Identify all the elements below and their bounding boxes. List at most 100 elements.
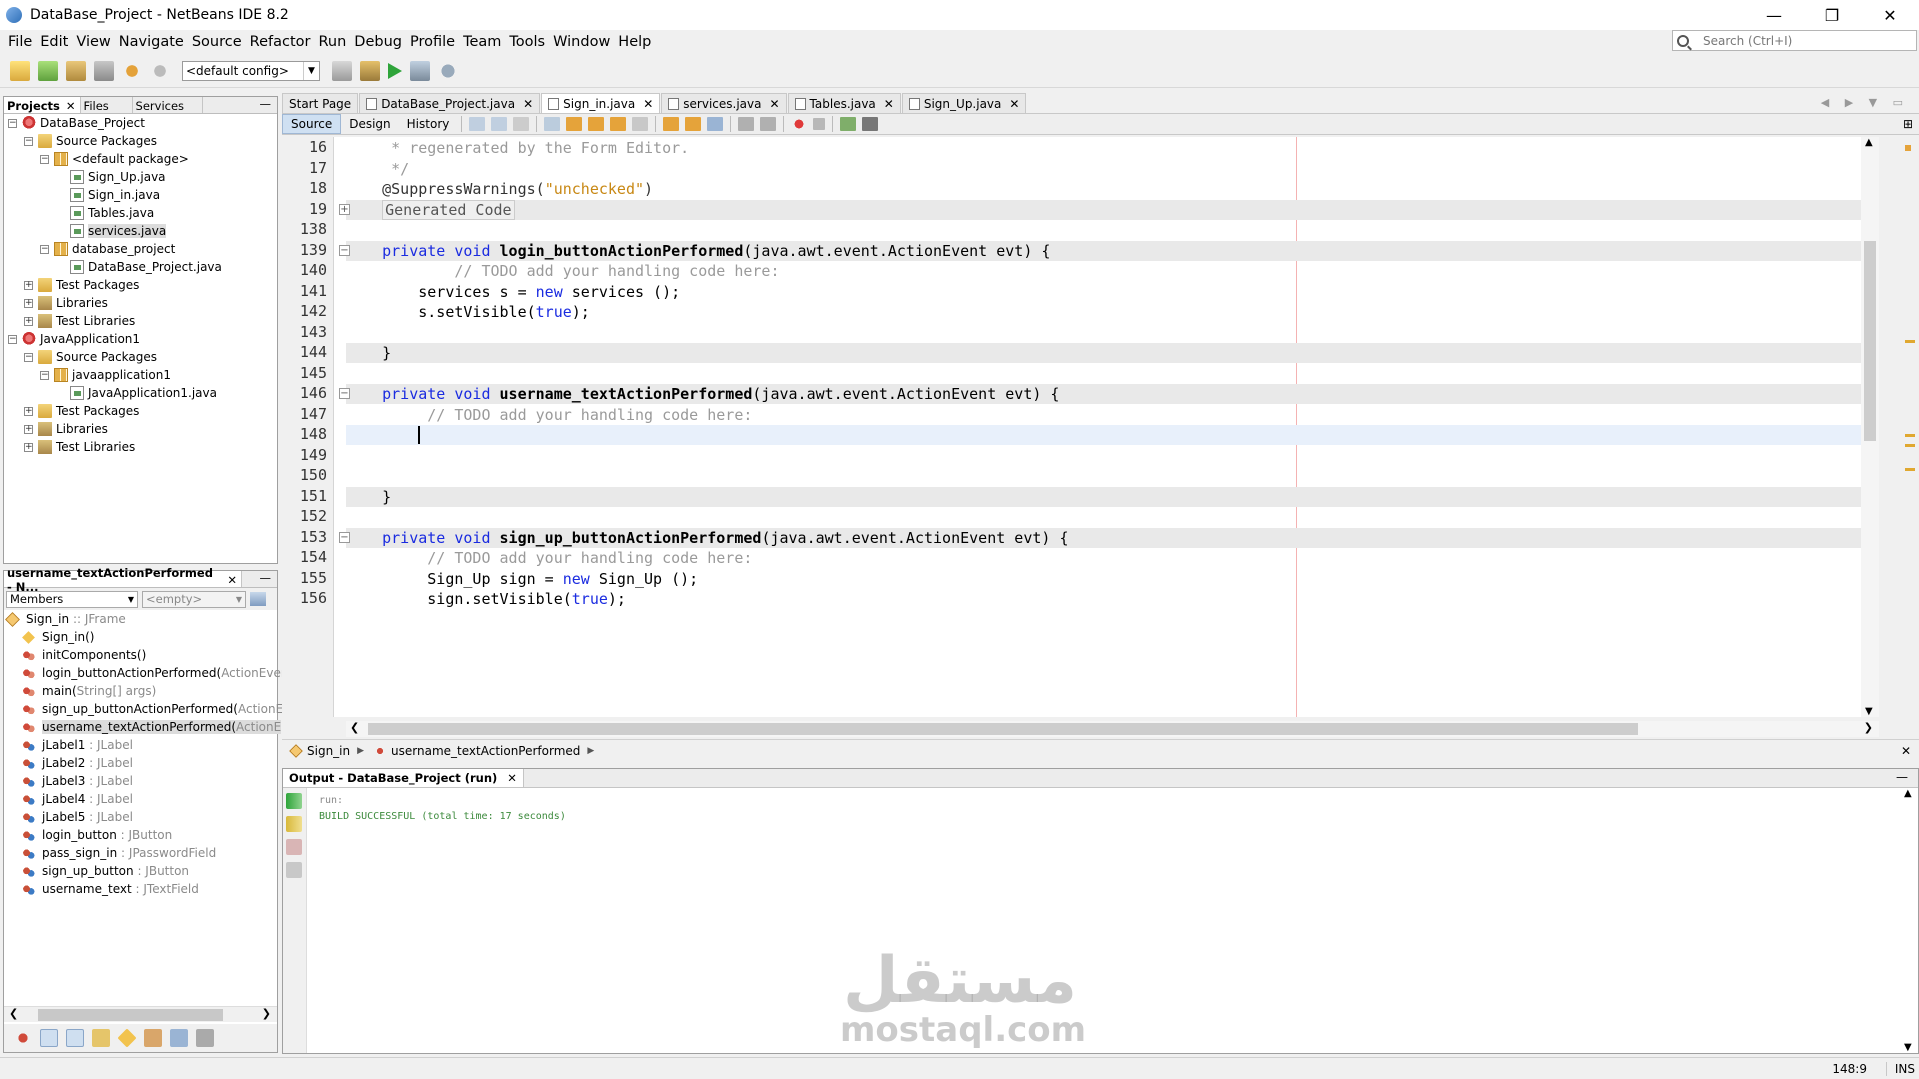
- member-item[interactable]: jLabel3 : JLabel: [4, 772, 277, 790]
- close-button[interactable]: ✕: [1861, 0, 1919, 30]
- find-icon[interactable]: [544, 117, 561, 131]
- expand-icon[interactable]: +: [24, 280, 33, 290]
- scroll-up-icon[interactable]: ▲: [1904, 788, 1912, 799]
- lock-icon[interactable]: [92, 1029, 110, 1047]
- code-line[interactable]: [346, 364, 1879, 384]
- close-icon[interactable]: ✕: [1901, 744, 1911, 758]
- menu-navigate[interactable]: Navigate: [115, 34, 188, 50]
- member-item[interactable]: jLabel4 : JLabel: [4, 790, 277, 808]
- stop-macro-icon[interactable]: [813, 118, 826, 130]
- output-vscroll[interactable]: ▲ ▼: [1900, 788, 1918, 1053]
- close-icon[interactable]: ✕: [1009, 97, 1019, 111]
- menu-profile[interactable]: Profile: [406, 34, 459, 50]
- uncomment-icon[interactable]: [862, 117, 879, 131]
- minimize-panel-icon[interactable]: —: [1896, 770, 1908, 784]
- scroll-thumb[interactable]: [1864, 241, 1876, 441]
- collapse-icon[interactable]: −: [24, 352, 33, 362]
- close-icon[interactable]: ✕: [643, 97, 653, 111]
- close-icon[interactable]: ✕: [227, 573, 237, 587]
- comment-icon[interactable]: [840, 117, 857, 131]
- menu-source[interactable]: Source: [188, 34, 246, 50]
- start-macro-icon[interactable]: [791, 117, 808, 131]
- editor-tab[interactable]: Sign_Up.java ✕: [901, 93, 1027, 113]
- sort-alpha-icon[interactable]: [170, 1029, 188, 1047]
- collapse-icon[interactable]: −: [24, 136, 33, 146]
- expand-icon[interactable]: +: [24, 298, 33, 308]
- new-file-icon[interactable]: [10, 60, 30, 81]
- debug-icon[interactable]: [410, 60, 430, 81]
- scroll-thumb[interactable]: [38, 1009, 223, 1021]
- tree-node[interactable]: + Test Packages: [4, 276, 277, 294]
- code-line[interactable]: // TODO add your handling code here:: [346, 261, 1879, 281]
- tree-node[interactable]: Sign_in.java: [4, 186, 277, 204]
- tab-navigator[interactable]: username_textActionPerformed - N... ✕: [4, 566, 242, 594]
- code-line[interactable]: [346, 323, 1879, 343]
- code-line[interactable]: private void username_textActionPerforme…: [346, 384, 1879, 404]
- editor-tab[interactable]: Sign_in.java ✕: [541, 93, 661, 113]
- collapse-icon[interactable]: −: [40, 154, 49, 164]
- close-icon[interactable]: ✕: [523, 97, 533, 111]
- editor-tab[interactable]: Tables.java ✕: [787, 93, 901, 113]
- close-icon[interactable]: ✕: [769, 97, 779, 111]
- code-line[interactable]: [346, 220, 1879, 240]
- find-previous-icon[interactable]: [566, 117, 583, 131]
- minimize-button[interactable]: —: [1745, 0, 1803, 30]
- breadcrumb-method[interactable]: username_textActionPerformed: [374, 744, 594, 758]
- show-inner-icon[interactable]: [117, 1028, 137, 1048]
- code-line[interactable]: private void login_buttonActionPerformed…: [346, 240, 1879, 261]
- show-inherited-icon[interactable]: [14, 1029, 32, 1047]
- collapse-fold-icon[interactable]: −: [339, 388, 350, 399]
- editor-hscroll[interactable]: ❮ ❯: [346, 721, 1879, 737]
- tree-node[interactable]: − <default package>: [4, 150, 277, 168]
- tree-node[interactable]: − javaapplication1: [4, 366, 277, 384]
- sort-order-icon[interactable]: [196, 1029, 214, 1047]
- warning-marker[interactable]: [1905, 340, 1915, 343]
- search-input[interactable]: Search (Ctrl+I): [1672, 30, 1917, 51]
- history-view-button[interactable]: History: [399, 115, 458, 133]
- tree-node[interactable]: DataBase_Project.java: [4, 258, 277, 276]
- member-item[interactable]: jLabel2 : JLabel: [4, 754, 277, 772]
- new-project-icon[interactable]: [38, 60, 58, 81]
- code-line[interactable]: Generated Code: [346, 199, 1879, 220]
- editor-tab[interactable]: services.java ✕: [661, 93, 787, 113]
- collapse-icon[interactable]: −: [40, 370, 49, 380]
- member-item[interactable]: jLabel1 : JLabel: [4, 736, 277, 754]
- minimize-panel-icon[interactable]: —: [260, 97, 272, 111]
- close-icon[interactable]: ✕: [66, 99, 76, 113]
- menu-tools[interactable]: Tools: [505, 34, 549, 50]
- navigator-hscroll[interactable]: ❮ ❯: [4, 1006, 277, 1022]
- member-item[interactable]: Sign_in :: JFrame: [4, 610, 277, 628]
- find-selection-icon[interactable]: [610, 117, 627, 131]
- run-icon[interactable]: [388, 62, 402, 79]
- code-line[interactable]: * regenerated by the Form Editor.: [346, 138, 1879, 158]
- warning-marker[interactable]: [1905, 145, 1911, 151]
- collapse-fold-icon[interactable]: −: [339, 244, 350, 256]
- tree-node[interactable]: Tables.java: [4, 204, 277, 222]
- scroll-down-icon[interactable]: ▼: [1904, 1042, 1912, 1053]
- rerun-with-params-icon[interactable]: [286, 816, 302, 832]
- scroll-up-icon[interactable]: ▲: [1865, 137, 1873, 148]
- collapse-icon[interactable]: −: [40, 244, 49, 254]
- prev-bookmark-icon[interactable]: [663, 117, 680, 131]
- toggle-bookmark-icon[interactable]: [707, 117, 724, 131]
- toggle-highlight-icon[interactable]: [632, 117, 649, 131]
- menu-debug[interactable]: Debug: [350, 34, 406, 50]
- warning-marker[interactable]: [1905, 468, 1915, 471]
- save-all-icon[interactable]: [94, 60, 114, 81]
- tab-scroll-controls[interactable]: ◀ ▶ ▼ ▭: [1821, 96, 1909, 109]
- warning-marker[interactable]: [1905, 434, 1915, 437]
- find-next-icon[interactable]: [588, 117, 605, 131]
- forward-icon[interactable]: [513, 117, 530, 131]
- shift-left-icon[interactable]: [738, 117, 755, 131]
- source-view-button[interactable]: Source: [282, 114, 342, 134]
- generated-code-fold[interactable]: Generated Code: [382, 199, 515, 220]
- stop-icon[interactable]: [286, 839, 302, 855]
- scroll-right-icon[interactable]: ❯: [262, 1007, 271, 1020]
- code-line[interactable]: [346, 507, 1879, 527]
- tree-node[interactable]: JavaApplication1.java: [4, 384, 277, 402]
- next-bookmark-icon[interactable]: [685, 117, 702, 131]
- member-item[interactable]: Sign_in(): [4, 628, 277, 646]
- editor-vscroll[interactable]: ▲ ▼: [1861, 137, 1879, 717]
- show-fields-icon[interactable]: [40, 1029, 58, 1047]
- member-item[interactable]: login_button : JButton: [4, 826, 277, 844]
